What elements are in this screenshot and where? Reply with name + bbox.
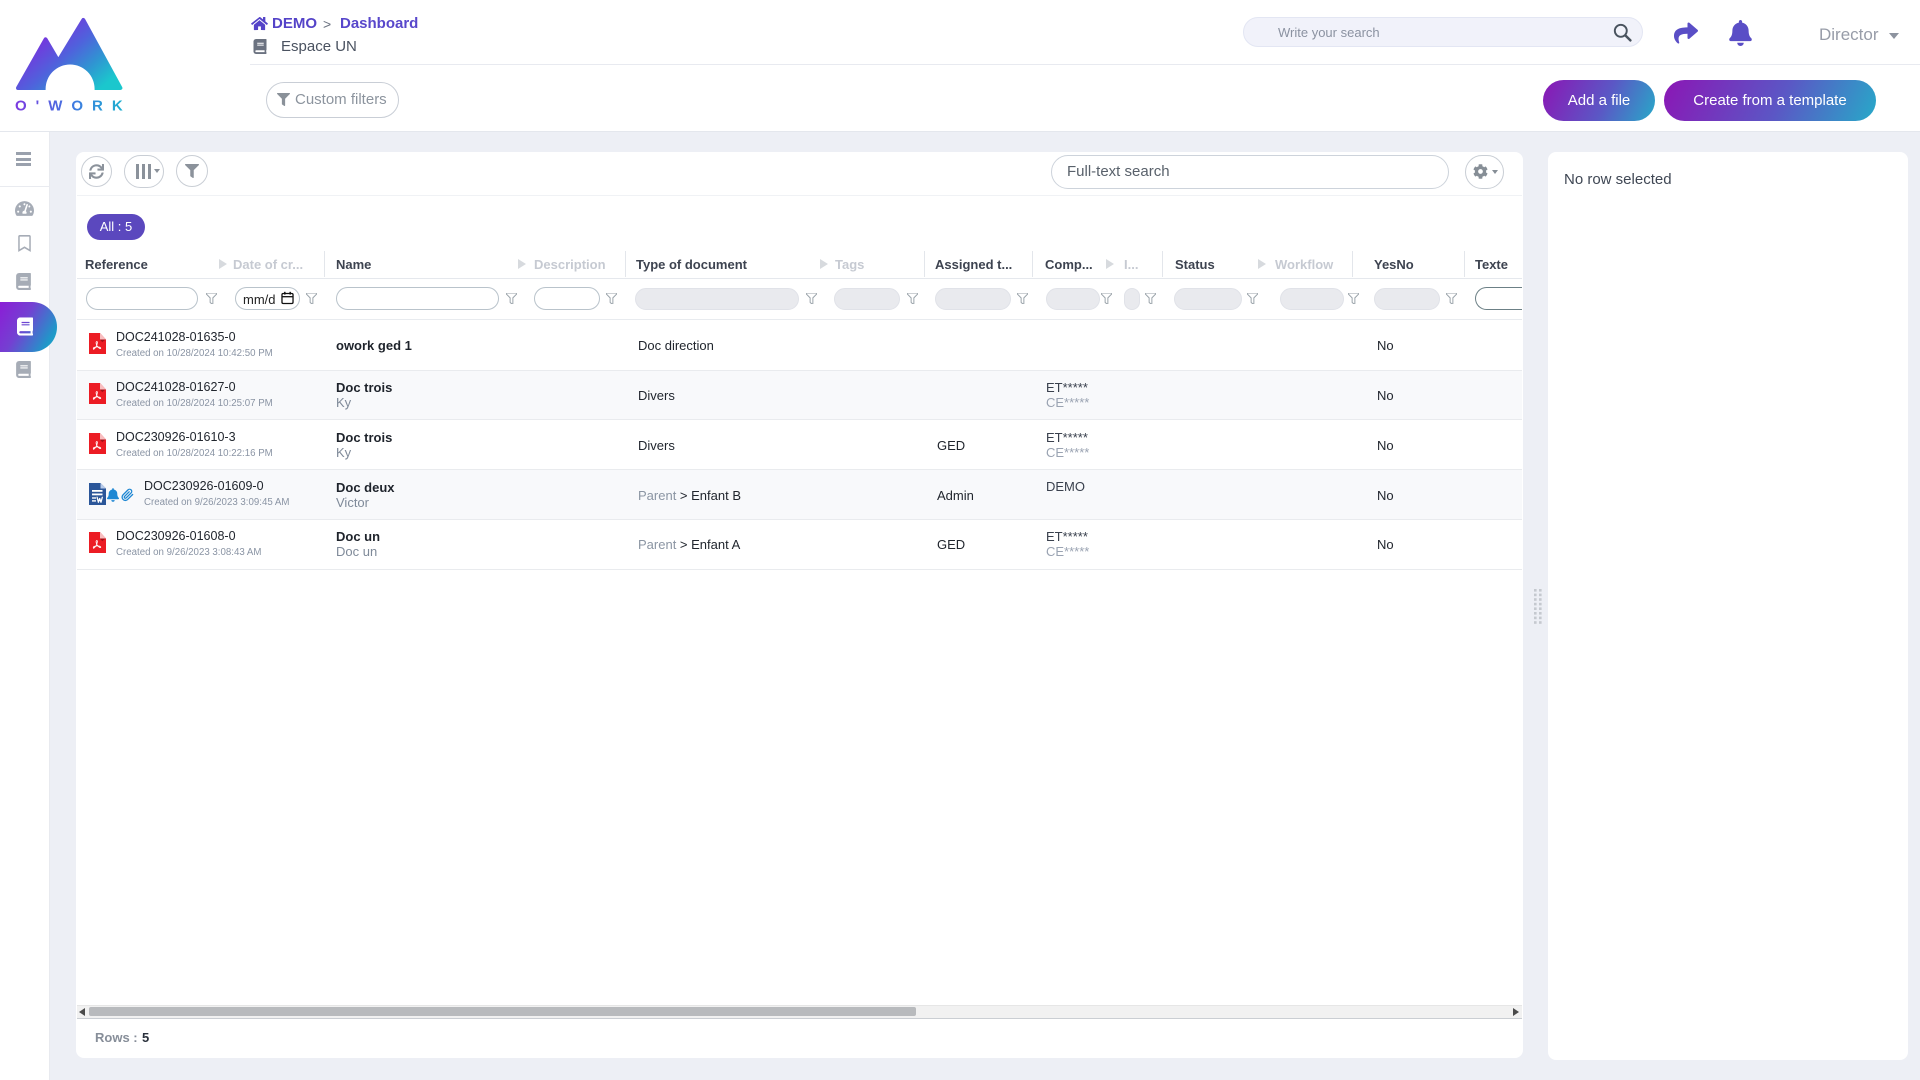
svg-text:O'WORK: O'WORK (15, 98, 126, 115)
